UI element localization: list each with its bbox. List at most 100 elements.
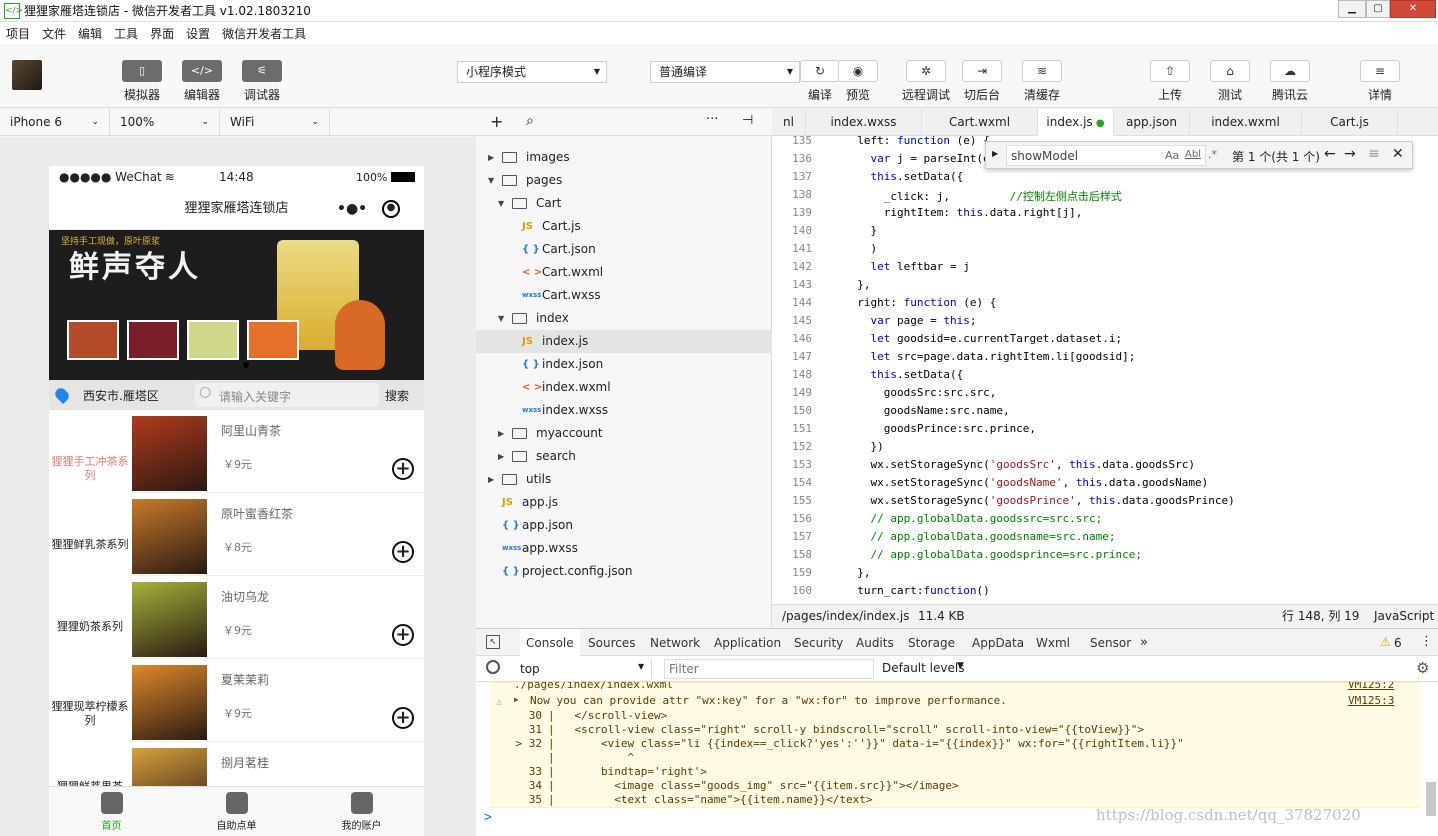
devtools-tab-application[interactable]: Application [714, 629, 781, 657]
gear-icon[interactable]: ⚙ [1416, 659, 1429, 677]
device-select[interactable]: iPhone 6 ⌄ [0, 109, 110, 135]
code-button[interactable]: </> 编辑器 [182, 60, 222, 103]
tab-app-json[interactable]: app.json [1114, 109, 1190, 136]
match-case-icon[interactable]: Aa [1165, 149, 1179, 162]
file-item[interactable]: wxss Cart.wxss [476, 284, 772, 307]
chevron-down-icon[interactable]: ▼ [498, 192, 504, 215]
editor-scrollbar[interactable] [1422, 156, 1434, 416]
add-to-cart-icon[interactable]: + [392, 458, 414, 480]
folder-item[interactable]: ▶ search [476, 445, 772, 468]
layers-button[interactable]: ≋ 清缓存 [1022, 60, 1062, 103]
expand-triangle-icon[interactable]: ▶ [514, 695, 519, 704]
upload-button[interactable]: ⇧ 上传 [1150, 60, 1190, 103]
clear-console-icon[interactable] [486, 660, 500, 674]
category-item[interactable]: 狸狸现萃柠檬系列 [49, 700, 131, 728]
flask-button[interactable]: ⌂ 测试 [1210, 60, 1250, 103]
menu-item-6[interactable]: 微信开发者工具 [222, 25, 306, 42]
chevron-right-icon[interactable]: ▶ [992, 149, 998, 158]
chevron-right-icon[interactable]: ▶ [498, 445, 504, 468]
devtools-tab-audits[interactable]: Audits [856, 629, 894, 657]
tab-order[interactable]: 自助点单 [174, 787, 299, 836]
add-to-cart-icon[interactable]: + [392, 624, 414, 646]
bug-button[interactable]: ✲ 远程调试 [896, 60, 956, 103]
search-input[interactable]: ○ 请输入关键字 [195, 383, 379, 407]
search-icon[interactable]: ⌕ [526, 113, 534, 129]
tab-account[interactable]: 我的账户 [299, 787, 424, 836]
devtools-tab-console[interactable]: Console [520, 629, 580, 657]
regex-icon[interactable]: .* [1208, 148, 1217, 161]
close-capsule-icon[interactable]: ● [382, 200, 400, 218]
language-mode[interactable]: JavaScript [1374, 605, 1434, 628]
add-to-cart-icon[interactable]: + [392, 541, 414, 563]
arrow-up-icon[interactable]: ← [1324, 146, 1336, 162]
folder-item[interactable]: ▶ utils [476, 468, 772, 491]
file-item[interactable]: wxss index.wxss [476, 399, 772, 422]
devtools-tab-network[interactable]: Network [650, 629, 700, 657]
devtools-tab-security[interactable]: Security [794, 629, 843, 657]
tab-Cart-js[interactable]: Cart.js [1302, 109, 1398, 136]
file-item[interactable]: wxss app.wxss [476, 537, 772, 560]
tab-index-wxss[interactable]: index.wxss [806, 109, 922, 136]
menu-item-0[interactable]: 项目 [6, 25, 30, 42]
collapse-panel-icon[interactable]: ⊣ [742, 113, 753, 128]
menu-item-4[interactable]: 界面 [150, 25, 174, 42]
folder-item[interactable]: ▼ index [476, 307, 772, 330]
goods-image[interactable] [132, 665, 207, 740]
inspect-icon[interactable]: ↖ [486, 635, 500, 649]
add-icon[interactable]: + [490, 112, 503, 131]
file-item[interactable]: JS index.js [476, 330, 772, 353]
more-icon[interactable]: •●• [337, 188, 367, 230]
chevron-right-icon[interactable]: ▶ [488, 146, 494, 169]
goods-item[interactable]: 原叶蜜香红茶 ￥8元 + [131, 493, 424, 576]
compile-select[interactable]: 普通编译 ▼ [650, 61, 800, 83]
log-levels-select[interactable]: Default levels [882, 661, 964, 675]
folder-item[interactable]: ▼ pages [476, 169, 772, 192]
file-item[interactable]: JS app.js [476, 491, 772, 514]
more-tabs-icon[interactable]: » [1140, 635, 1148, 650]
tab-index-js[interactable]: index.js ● [1038, 109, 1114, 136]
more-icon[interactable]: ··· [706, 112, 718, 127]
folder-item[interactable]: ▼ Cart [476, 192, 772, 215]
file-item[interactable]: JS Cart.js [476, 215, 772, 238]
folder-item[interactable]: ▶ images [476, 146, 772, 169]
refresh-button[interactable]: ↻ 编译 [800, 60, 840, 103]
promo-banner[interactable]: 坚持手工现做，原叶原浆 鲜声夺人 [49, 230, 424, 380]
goods-image[interactable] [132, 499, 207, 574]
search-button[interactable]: 搜索 [385, 387, 409, 404]
chevron-right-icon[interactable]: ▶ [498, 422, 504, 445]
chevron-right-icon[interactable]: ▶ [488, 468, 494, 491]
close-window-button[interactable]: ✕ [1390, 0, 1436, 18]
file-item[interactable]: < > Cart.wxml [476, 261, 772, 284]
find-in-selection-icon[interactable]: ≡ [1368, 146, 1380, 162]
devtools-tab-wxml[interactable]: Wxml [1036, 629, 1070, 657]
minimize-button[interactable]: ▁ [1338, 0, 1366, 18]
tab-nl[interactable]: nl [772, 109, 806, 136]
arrow-down-icon[interactable]: → [1344, 146, 1356, 162]
find-input[interactable]: showModel Aa Abl [1006, 145, 1206, 166]
file-item[interactable]: { } app.json [476, 514, 772, 537]
mode-select[interactable]: 小程序模式 ▼ [457, 61, 607, 83]
switch-button[interactable]: ⇥ 切后台 [962, 60, 1002, 103]
chevron-down-icon[interactable]: ▼ [488, 169, 494, 192]
code-editor[interactable]: 135 left: function (e) {136 var j = pars… [772, 136, 1438, 604]
console-scrollbar[interactable] [1426, 782, 1436, 816]
zoom-select[interactable]: 100% ⌄ [110, 109, 220, 135]
console-source-link[interactable]: VM125:2 [1348, 682, 1394, 691]
debug-button[interactable]: ⚟ 调试器 [242, 60, 282, 103]
goods-item[interactable]: 夏茉茉莉 ￥9元 + [131, 659, 424, 742]
network-select[interactable]: WiFi ⌄ [220, 109, 330, 135]
menu-item-1[interactable]: 文件 [42, 25, 66, 42]
file-item[interactable]: < > index.wxml [476, 376, 772, 399]
category-item[interactable]: 狸狸手工冲茶系列 [49, 455, 131, 483]
console-source-link[interactable]: VM125:3 [1348, 694, 1394, 707]
close-icon[interactable]: ✕ [1392, 146, 1404, 162]
maximize-button[interactable]: ▢ [1366, 0, 1390, 18]
tab-index-wxml[interactable]: index.wxml [1190, 109, 1302, 136]
file-item[interactable]: { } index.json [476, 353, 772, 376]
menu-item-5[interactable]: 设置 [186, 25, 210, 42]
folder-item[interactable]: ▶ myaccount [476, 422, 772, 445]
chevron-down-icon[interactable]: ▼ [498, 307, 504, 330]
menu-button[interactable]: ≡ 详情 [1360, 60, 1400, 103]
goods-item[interactable]: 阿里山青茶 ￥9元 + [131, 410, 424, 493]
carousel-dot[interactable] [243, 362, 249, 368]
